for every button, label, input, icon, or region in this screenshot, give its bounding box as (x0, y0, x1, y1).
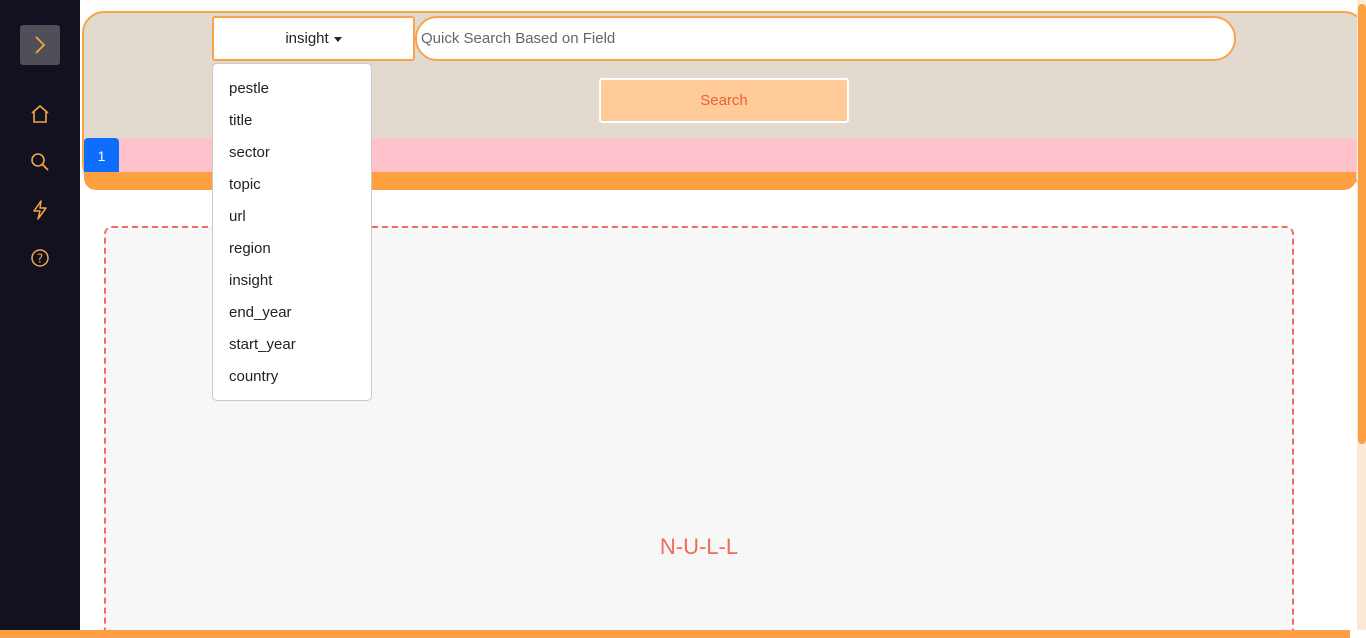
empty-result-text: N-U-L-L (659, 534, 739, 559)
sidebar-toggle-button[interactable] (20, 25, 60, 65)
page-bottom-bar (0, 630, 1350, 638)
help-icon: ? (31, 249, 49, 267)
bolt-icon (33, 200, 47, 220)
quick-search-input[interactable] (415, 16, 1236, 61)
search-button[interactable]: Search (599, 78, 849, 123)
chevron-right-icon (35, 36, 46, 54)
menu-item-end-year[interactable]: end_year (213, 297, 371, 329)
menu-item-title[interactable]: title (213, 105, 371, 137)
svg-text:?: ? (37, 252, 43, 266)
nav-bolt[interactable] (26, 196, 54, 224)
menu-item-sector[interactable]: sector (213, 137, 371, 169)
menu-item-region[interactable]: region (213, 233, 371, 265)
nav-search[interactable] (26, 148, 54, 176)
menu-item-pestle[interactable]: pestle (213, 73, 371, 105)
caret-down-icon (333, 37, 342, 42)
sidebar: ? (0, 0, 80, 638)
field-dropdown-label: insight (285, 30, 329, 47)
menu-item-topic[interactable]: topic (213, 169, 371, 201)
scrollbar-thumb[interactable] (1358, 4, 1366, 444)
home-icon (31, 104, 49, 123)
menu-item-start-year[interactable]: start_year (213, 329, 371, 361)
page-number-button[interactable]: 1 (84, 138, 119, 174)
menu-item-url[interactable]: url (213, 201, 371, 233)
field-dropdown-button[interactable]: insight (212, 16, 415, 61)
menu-item-insight[interactable]: insight (213, 265, 371, 297)
search-icon (31, 153, 49, 171)
nav-help[interactable]: ? (26, 244, 54, 272)
field-dropdown-menu: pestle title sector topic url region ins… (212, 63, 372, 401)
menu-item-country[interactable]: country (213, 361, 371, 393)
nav-home[interactable] (26, 100, 54, 128)
